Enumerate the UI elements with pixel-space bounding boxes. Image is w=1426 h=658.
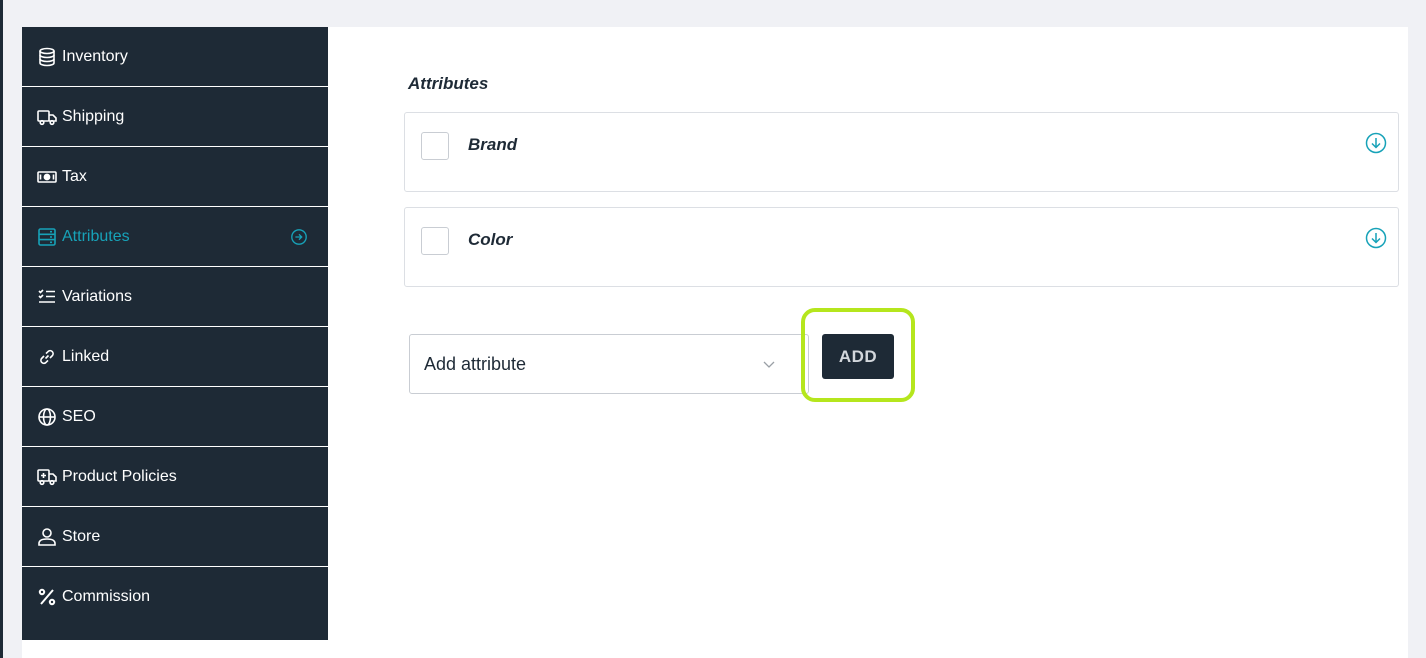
add-button[interactable]: ADD	[822, 334, 894, 379]
database-icon	[36, 46, 58, 68]
attribute-label: Color	[468, 230, 513, 249]
sidebar-item-shipping[interactable]: Shipping	[22, 87, 328, 147]
sidebar-item-label: SEO	[62, 407, 96, 425]
circle-arrow-down-icon[interactable]	[1365, 227, 1387, 249]
sidebar: Inventory Shipping Tax Attributes Variat…	[22, 27, 328, 640]
user-icon	[36, 526, 58, 548]
circle-arrow-down-icon[interactable]	[1365, 132, 1387, 154]
link-icon	[36, 346, 58, 368]
percent-icon	[36, 586, 58, 608]
product-settings-card: Inventory Shipping Tax Attributes Variat…	[22, 27, 1408, 658]
sidebar-item-tax[interactable]: Tax	[22, 147, 328, 207]
list-check-icon	[36, 286, 58, 308]
truck-icon	[36, 106, 58, 128]
sidebar-item-variations[interactable]: Variations	[22, 267, 328, 327]
attribute-checkbox[interactable]	[421, 227, 449, 255]
sidebar-item-seo[interactable]: SEO	[22, 387, 328, 447]
sidebar-item-label: Store	[62, 527, 101, 545]
circle-arrow-right-icon	[291, 228, 307, 245]
attribute-row-color: Color	[404, 207, 1399, 287]
sidebar-item-attributes[interactable]: Attributes	[22, 207, 328, 267]
policy-truck-icon	[36, 466, 58, 488]
sidebar-item-linked[interactable]: Linked	[22, 327, 328, 387]
sidebar-item-label: Inventory	[62, 47, 128, 65]
select-value: Add attribute	[424, 353, 527, 374]
sidebar-item-product-policies[interactable]: Product Policies	[22, 447, 328, 507]
sidebar-item-store[interactable]: Store	[22, 507, 328, 567]
money-icon	[36, 166, 58, 188]
sidebar-item-inventory[interactable]: Inventory	[22, 27, 328, 87]
sidebar-item-label: Tax	[62, 167, 87, 185]
server-icon	[36, 226, 58, 248]
page-left-border	[0, 0, 3, 658]
attributes-panel: Attributes Brand Color Add attribute ADD	[328, 27, 1408, 658]
sidebar-item-label: Linked	[62, 347, 110, 365]
sidebar-item-commission[interactable]: Commission	[22, 567, 328, 627]
sidebar-item-label: Variations	[62, 287, 132, 305]
attribute-label: Brand	[468, 135, 518, 154]
chevron-down-icon	[763, 361, 775, 368]
sidebar-item-label: Attributes	[62, 227, 130, 245]
page-title: Attributes	[408, 74, 489, 93]
attribute-checkbox[interactable]	[421, 132, 449, 160]
attribute-row-brand: Brand	[404, 112, 1399, 192]
sidebar-item-label: Product Policies	[62, 467, 177, 485]
add-attribute-select[interactable]: Add attribute	[409, 334, 809, 394]
sidebar-item-label: Shipping	[62, 107, 125, 125]
globe-icon	[36, 406, 58, 428]
sidebar-item-label: Commission	[62, 588, 151, 605]
